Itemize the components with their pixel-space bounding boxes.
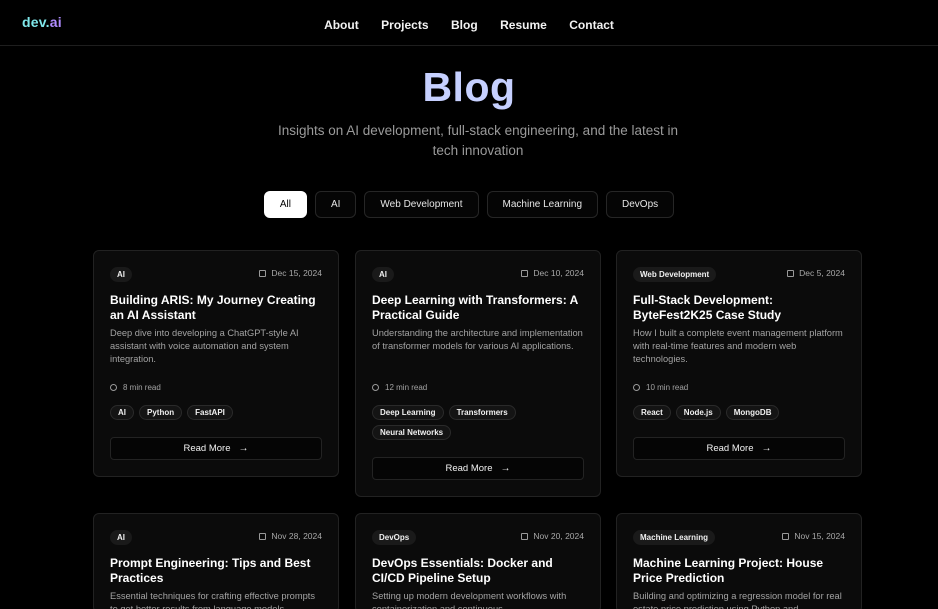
post-date: Nov 28, 2024: [259, 531, 322, 541]
calendar-icon: [521, 533, 529, 540]
post-description: Setting up modern development workflows …: [372, 591, 567, 609]
filter-machine-learning[interactable]: Machine Learning: [486, 191, 599, 218]
clock-icon: [633, 384, 640, 391]
read-time-text: 12 min read: [385, 383, 428, 392]
read-time: 8 min read: [110, 383, 161, 392]
post-date: Dec 15, 2024: [259, 268, 322, 278]
read-more-label: Read More: [445, 463, 493, 474]
clock-icon: [110, 384, 117, 391]
blog-card: AI Dec 10, 2024 Deep Learning with Trans…: [355, 250, 601, 497]
post-date-text: Dec 10, 2024: [533, 268, 584, 278]
blog-card: DevOps Nov 20, 2024 DevOps Essentials: D…: [355, 513, 601, 609]
blog-card: Machine Learning Nov 15, 2024 Machine Le…: [616, 513, 862, 609]
tag-list: Deep Learning Transformers Neural Networks: [372, 405, 592, 445]
calendar-icon: [521, 270, 529, 277]
read-time: 10 min read: [633, 383, 688, 392]
post-description: Building and optimizing a regression mod…: [633, 591, 842, 609]
tag[interactable]: MongoDB: [725, 405, 780, 420]
nav-link-contact[interactable]: Contact: [569, 18, 614, 32]
post-description: Deep dive into developing a ChatGPT-styl…: [110, 328, 299, 364]
page-title: Blog: [422, 64, 516, 110]
calendar-icon: [787, 270, 795, 277]
read-more-button[interactable]: Read More →: [372, 457, 584, 480]
category-badge: AI: [372, 267, 394, 282]
calendar-icon: [782, 533, 790, 540]
category-badge: DevOps: [372, 530, 417, 545]
tag[interactable]: Deep Learning: [372, 405, 444, 420]
post-title[interactable]: Full-Stack Development: ByteFest2K25 Cas…: [633, 293, 849, 323]
page-subtitle: Insights on AI development, full-stack e…: [278, 123, 678, 158]
post-date-text: Dec 5, 2024: [799, 268, 845, 278]
read-more-button[interactable]: Read More →: [633, 437, 845, 460]
read-more-label: Read More: [183, 443, 231, 454]
post-date: Nov 20, 2024: [521, 531, 584, 541]
post-date-text: Nov 20, 2024: [533, 531, 584, 541]
filter-web-development[interactable]: Web Development: [364, 191, 479, 218]
filter-devops[interactable]: DevOps: [606, 191, 675, 218]
post-date: Dec 5, 2024: [787, 268, 845, 278]
read-more-button[interactable]: Read More →: [110, 437, 322, 460]
tag[interactable]: Python: [139, 405, 183, 420]
arrow-right-icon: →: [238, 443, 249, 454]
post-title[interactable]: Prompt Engineering: Tips and Best Practi…: [110, 556, 326, 586]
nav-link-projects[interactable]: Projects: [381, 18, 428, 32]
read-more-label: Read More: [706, 443, 754, 454]
arrow-right-icon: →: [761, 443, 772, 454]
tag-list: React Node.js MongoDB: [633, 405, 853, 425]
tag[interactable]: Transformers: [448, 405, 516, 420]
tag[interactable]: React: [633, 405, 671, 420]
category-badge: Web Development: [633, 267, 717, 282]
post-description: Essential techniques for crafting effect…: [110, 591, 315, 609]
post-description: How I built a complete event management …: [633, 328, 843, 364]
filter-ai[interactable]: AI: [314, 191, 357, 218]
read-time-text: 8 min read: [123, 383, 161, 392]
nav-link-blog[interactable]: Blog: [451, 18, 478, 32]
category-badge: AI: [110, 267, 132, 282]
tag[interactable]: Node.js: [675, 405, 721, 420]
tag[interactable]: AI: [110, 405, 134, 420]
blog-card: AI Nov 28, 2024 Prompt Engineering: Tips…: [93, 513, 339, 609]
tag-list: AI Python FastAPI: [110, 405, 330, 425]
nav-links: About Projects Blog Resume Contact: [0, 16, 938, 34]
category-badge: AI: [110, 530, 132, 545]
post-title[interactable]: Building ARIS: My Journey Creating an AI…: [110, 293, 326, 323]
post-date: Nov 15, 2024: [782, 531, 845, 541]
blog-card: Web Development Dec 5, 2024 Full-Stack D…: [616, 250, 862, 477]
category-badge: Machine Learning: [633, 530, 716, 545]
post-title[interactable]: Machine Learning Project: House Price Pr…: [633, 556, 849, 586]
calendar-icon: [259, 270, 267, 277]
post-date-text: Nov 15, 2024: [794, 531, 845, 541]
arrow-right-icon: →: [500, 463, 511, 474]
top-navbar: dev.ai About Projects Blog Resume Contac…: [0, 0, 938, 46]
post-title[interactable]: Deep Learning with Transformers: A Pract…: [372, 293, 588, 323]
post-date-text: Nov 28, 2024: [271, 531, 322, 541]
filter-all[interactable]: All: [263, 191, 307, 218]
tag[interactable]: Neural Networks: [372, 425, 452, 440]
post-date: Dec 10, 2024: [521, 268, 584, 278]
read-time-text: 10 min read: [646, 383, 689, 392]
blog-card: AI Dec 15, 2024 Building ARIS: My Journe…: [93, 250, 339, 477]
clock-icon: [372, 384, 379, 391]
tag[interactable]: FastAPI: [187, 405, 233, 420]
read-time: 12 min read: [372, 383, 427, 392]
post-description: Understanding the architecture and imple…: [372, 328, 583, 351]
calendar-icon: [259, 533, 267, 540]
post-title[interactable]: DevOps Essentials: Docker and CI/CD Pipe…: [372, 556, 588, 586]
post-date-text: Dec 15, 2024: [271, 268, 322, 278]
nav-link-about[interactable]: About: [324, 18, 359, 32]
category-filters: All AI Web Development Machine Learning DevO…: [0, 191, 938, 218]
nav-link-resume[interactable]: Resume: [500, 18, 547, 32]
